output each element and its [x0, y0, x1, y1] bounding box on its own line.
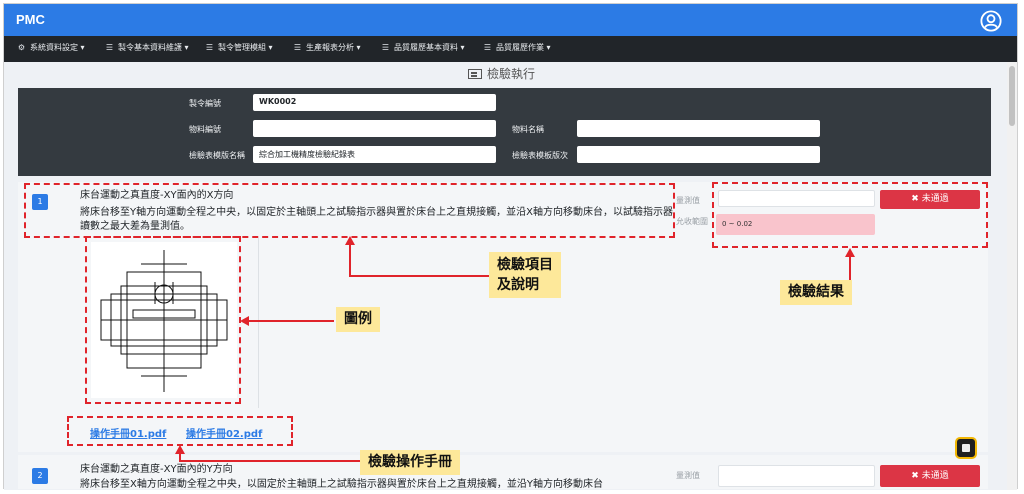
allowed-range-label: 允收範圍: [676, 217, 708, 226]
user-avatar-icon[interactable]: [980, 10, 1002, 32]
page-title-text: 檢驗執行: [487, 67, 536, 81]
form-icon: [468, 69, 482, 79]
main-menu: ⚙ 系統資料設定 ▾ ☰ 製令基本資料維護 ▾ ☰ 製令管理模組 ▾ ☰ 生產報表分析 …: [4, 36, 1017, 62]
part-no-label: 物料編號: [189, 125, 221, 134]
gear-icon: ⚙: [17, 43, 26, 52]
callout-manual: 檢驗操作手冊: [360, 450, 460, 475]
menu-production-reports[interactable]: ☰ 生產報表分析 ▾: [292, 42, 361, 53]
menu-quality-operations[interactable]: ☰ 品質履歷作業 ▾: [482, 42, 551, 53]
menu-quality-master-data[interactable]: ☰ 品質履歷基本資料 ▾: [380, 42, 465, 53]
menu-label: 製令基本資料維護 ▾: [118, 43, 189, 52]
menu-label: 生產報表分析 ▾: [306, 43, 361, 52]
template-version-field[interactable]: [577, 146, 820, 163]
brand-logo[interactable]: PMC: [16, 12, 45, 27]
measure-label: 量測值: [676, 196, 700, 205]
order-info-panel: 製令編號 WK0002 物料編號 物料名稱 檢驗表模版名稱 綜合加工機精度檢驗紀…: [18, 88, 991, 176]
measure-label: 量測值: [676, 471, 700, 480]
menu-system-settings[interactable]: ⚙ 系統資料設定 ▾: [16, 42, 85, 53]
annotation-manual-box: [67, 416, 293, 446]
order-no-label: 製令編號: [189, 99, 221, 108]
fail-status-button[interactable]: ✖ 未通過: [880, 465, 980, 487]
template-name-label: 檢驗表模版名稱: [189, 151, 245, 160]
callout-item-description: 檢驗項目 及說明: [489, 252, 561, 298]
save-button[interactable]: [955, 437, 977, 459]
menu-label: 品質履歷基本資料 ▾: [394, 43, 465, 52]
annotation-diagram-box: [85, 236, 241, 404]
part-no-field[interactable]: [253, 120, 496, 137]
column-divider: [258, 238, 259, 408]
menu-label: 系統資料設定 ▾: [30, 43, 85, 52]
list-icon: ☰: [381, 43, 390, 52]
top-navbar: PMC: [4, 4, 1017, 36]
template-version-label: 檢驗表模板版次: [512, 151, 568, 160]
part-name-label: 物料名稱: [512, 125, 544, 134]
annotation-item-box: [24, 183, 675, 238]
scrollbar-thumb[interactable]: [1009, 66, 1015, 126]
scrollbar-track[interactable]: [1007, 62, 1017, 490]
measure-input[interactable]: [718, 465, 875, 487]
menu-label: 製令管理模組 ▾: [218, 43, 273, 52]
item-description: 將床台移至X軸方向運動全程之中央，以固定於主軸頭上之試驗指示器與置於床台上之直規…: [80, 479, 603, 489]
item-number-badge: 2: [32, 468, 48, 484]
list-icon: ☰: [483, 43, 492, 52]
item-title: 床台運動之真直度-XY面內的Y方向: [80, 464, 233, 475]
part-name-field[interactable]: [577, 120, 820, 137]
list-icon: ☰: [205, 43, 214, 52]
menu-order-master-data[interactable]: ☰ 製令基本資料維護 ▾: [104, 42, 189, 53]
template-name-field[interactable]: 綜合加工機精度檢驗紀錄表: [253, 146, 496, 163]
callout-inspection-result: 檢驗結果: [780, 280, 852, 305]
menu-label: 品質履歷作業 ▾: [496, 43, 551, 52]
list-icon: ☰: [293, 43, 302, 52]
callout-diagram: 圖例: [336, 307, 380, 332]
list-icon: ☰: [105, 43, 114, 52]
menu-order-management[interactable]: ☰ 製令管理模組 ▾: [204, 42, 273, 53]
annotation-result-box: [712, 182, 988, 248]
order-no-field[interactable]: WK0002: [253, 94, 496, 111]
page-title: 檢驗執行: [468, 65, 535, 82]
